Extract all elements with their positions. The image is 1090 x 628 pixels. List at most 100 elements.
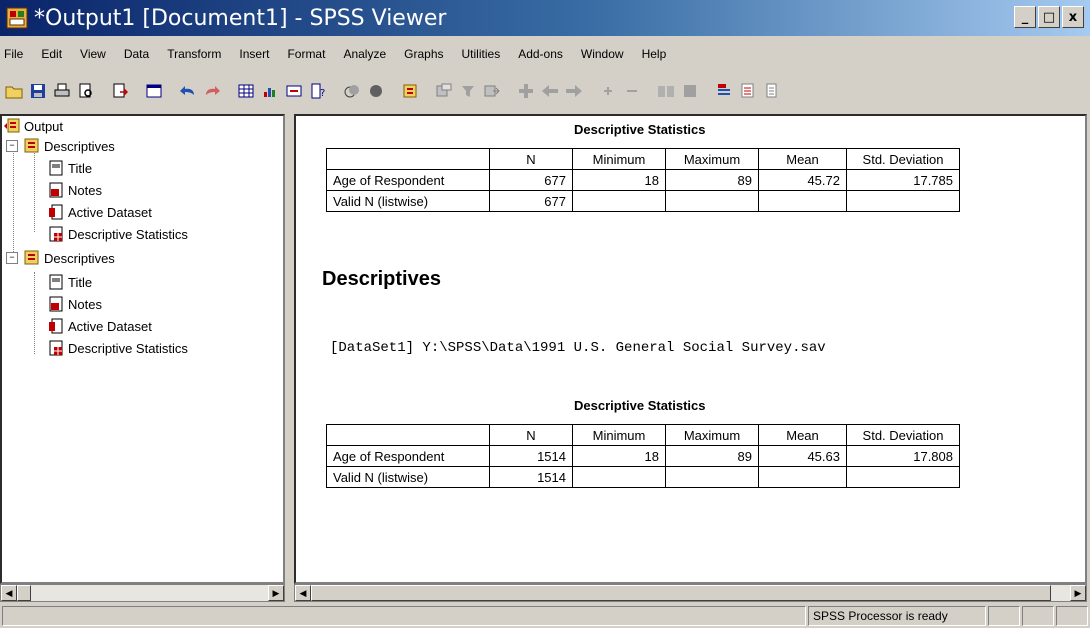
expand-icon[interactable] [598, 81, 618, 101]
scroll-right-arrow-icon[interactable]: ▶ [1070, 585, 1086, 601]
hide-icon[interactable] [680, 81, 700, 101]
table-header-cell: Maximum [665, 424, 759, 446]
outline-item-label: Descriptive Statistics [68, 226, 188, 242]
designate-window-icon[interactable] [400, 81, 420, 101]
collapse-toggle-icon[interactable]: − [6, 140, 18, 152]
open-folder-icon[interactable] [4, 81, 24, 101]
table-cell: 45.72 [758, 169, 847, 191]
menu-help[interactable]: Help [642, 47, 667, 61]
menu-transform[interactable]: Transform [167, 47, 221, 61]
redo-icon[interactable] [202, 81, 222, 101]
svg-text:?: ? [320, 88, 325, 99]
table-header-cell: Std. Deviation [846, 424, 960, 446]
outline-item-descriptive-statistics[interactable]: Descriptive Statistics [48, 338, 188, 358]
collapse-toggle-icon[interactable]: − [6, 252, 18, 264]
menu-window[interactable]: Window [581, 47, 624, 61]
insert-new-title-icon[interactable] [738, 81, 758, 101]
table-cell [758, 190, 847, 212]
scroll-right-arrow-icon[interactable]: ▶ [268, 585, 284, 601]
table-cell [846, 466, 960, 488]
outline-group-label: Descriptives [44, 250, 115, 266]
outline-item-descriptive-statistics[interactable]: Descriptive Statistics [48, 224, 188, 244]
menu-view[interactable]: View [80, 47, 106, 61]
create-title-icon[interactable] [458, 81, 478, 101]
print-icon[interactable] [52, 81, 72, 101]
menu-data[interactable]: Data [124, 47, 149, 61]
pane-splitter[interactable] [287, 114, 293, 606]
menu-add-ons[interactable]: Add-ons [518, 47, 563, 61]
active-dataset-page-icon [48, 318, 64, 334]
undo-icon[interactable] [178, 81, 198, 101]
descriptive-statistics-table-2[interactable]: N Minimum Maximum Mean Std. Deviation Ag… [326, 424, 960, 488]
export-icon[interactable] [110, 81, 130, 101]
dialog-recall-icon[interactable] [144, 81, 164, 101]
outline-item-title[interactable]: Title [48, 272, 92, 292]
use-sets-icon[interactable] [342, 81, 362, 101]
scroll-left-arrow-icon[interactable]: ◀ [1, 585, 17, 601]
insert-cases-icon[interactable] [284, 81, 304, 101]
insert-text-icon[interactable] [482, 81, 502, 101]
outline-group-label: Descriptives [44, 138, 115, 154]
spss-viewer-app-icon[interactable] [6, 7, 28, 29]
descriptive-statistics-table-1[interactable]: N Minimum Maximum Mean Std. Deviation Ag… [326, 148, 960, 212]
table-cell: 677 [489, 190, 573, 212]
table-cell: 1514 [489, 466, 573, 488]
insert-heading-icon[interactable] [714, 81, 734, 101]
outline-item-title[interactable]: Title [48, 158, 92, 178]
save-icon[interactable] [28, 81, 48, 101]
goto-chart-icon[interactable] [260, 81, 280, 101]
content-horizontal-scrollbar[interactable]: ◀ ▶ [294, 584, 1087, 602]
scroll-left-arrow-icon[interactable]: ◀ [295, 585, 311, 601]
arrow-right-icon[interactable] [564, 81, 584, 101]
arrow-left-icon[interactable] [540, 81, 560, 101]
window-title: *Output1 [Document1] - SPSS Viewer [34, 5, 447, 31]
minimize-button[interactable]: _ [1014, 6, 1036, 28]
outline-item-notes[interactable]: Notes [48, 180, 102, 200]
menu-graphs[interactable]: Graphs [404, 47, 443, 61]
menu-edit[interactable]: Edit [41, 47, 62, 61]
menu-file[interactable]: File [4, 47, 23, 61]
outline-item-label: Title [68, 160, 93, 176]
table-cell: 18 [572, 169, 666, 191]
insert-new-text-icon[interactable] [762, 81, 782, 101]
variables-icon[interactable]: ? [308, 81, 328, 101]
status-cell-extra [1056, 606, 1088, 626]
outline-item-notes[interactable]: Notes [48, 294, 102, 314]
outline-pane[interactable]: Output − Descriptives Title Notes Active… [0, 114, 285, 584]
table-header-cell: Minimum [572, 148, 666, 170]
table-cell [758, 466, 847, 488]
viewer-content-pane[interactable]: Descriptive Statistics N Minimum Maximum… [294, 114, 1087, 584]
scroll-thumb[interactable] [17, 585, 31, 601]
menu-utilities[interactable]: Utilities [462, 47, 501, 61]
close-button[interactable]: x [1062, 6, 1084, 28]
scroll-thumb[interactable] [311, 585, 1051, 601]
maximize-button[interactable]: □ [1038, 6, 1060, 28]
title-bar[interactable]: *Output1 [Document1] - SPSS Viewer _ □ x [0, 0, 1090, 36]
table1-title: Descriptive Statistics [574, 122, 706, 137]
outline-root-label: Output [24, 118, 64, 134]
menu-insert[interactable]: Insert [239, 47, 269, 61]
status-cell-main [2, 606, 806, 626]
outline-group-descriptives-2[interactable]: − Descriptives [6, 248, 115, 268]
outline-item-active-dataset[interactable]: Active Dataset [48, 316, 152, 336]
select-last-output-icon[interactable] [434, 81, 454, 101]
outline-root[interactable]: Output [4, 116, 63, 136]
outline-horizontal-scrollbar[interactable]: ◀ ▶ [0, 584, 285, 602]
show-icon[interactable] [656, 81, 676, 101]
pivot-table-icon [48, 340, 64, 356]
table-cell [846, 190, 960, 212]
show-all-variables-icon[interactable] [366, 81, 386, 101]
outline-item-label: Notes [68, 296, 102, 312]
menu-format[interactable]: Format [287, 47, 325, 61]
outline-item-active-dataset[interactable]: Active Dataset [48, 202, 152, 222]
collapse-icon[interactable] [622, 81, 642, 101]
promote-icon[interactable] [516, 81, 536, 101]
menu-analyze[interactable]: Analyze [343, 47, 386, 61]
outline-item-label: Descriptive Statistics [68, 340, 188, 356]
status-bar: SPSS Processor is ready [0, 604, 1090, 628]
outline-group-descriptives-1[interactable]: − Descriptives [6, 136, 115, 156]
goto-data-icon[interactable] [236, 81, 256, 101]
outline-item-label: Active Dataset [68, 318, 152, 334]
notes-page-icon [48, 182, 64, 198]
print-preview-icon[interactable] [76, 81, 96, 101]
